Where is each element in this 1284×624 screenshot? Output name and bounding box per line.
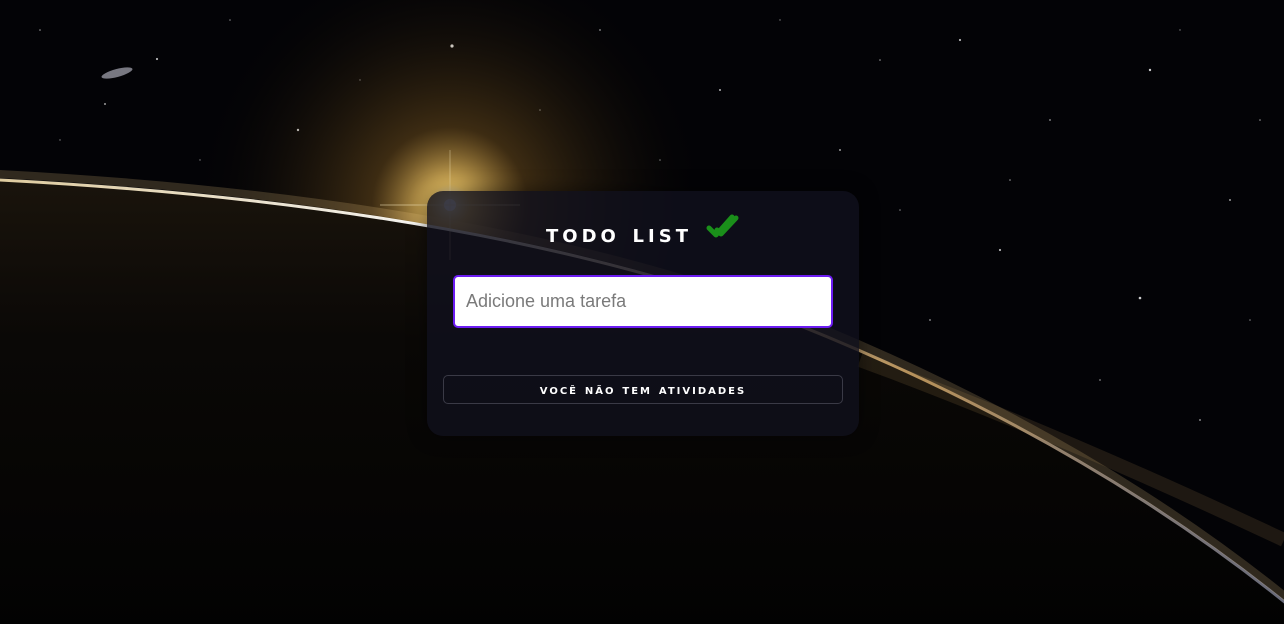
- empty-state: VOCÊ NÃO TEM ATIVIDADES: [443, 375, 843, 404]
- check-double-icon: [706, 210, 740, 244]
- app-title: TODO LIST: [546, 218, 692, 248]
- empty-state-message: VOCÊ NÃO TEM ATIVIDADES: [539, 381, 747, 398]
- task-input[interactable]: [453, 275, 833, 328]
- space-background: TODO LIST VOCÊ NÃO TEM ATIVIDADES: [0, 0, 1284, 624]
- header: TODO LIST: [427, 205, 859, 249]
- todo-card: TODO LIST VOCÊ NÃO TEM ATIVIDADES: [427, 191, 859, 436]
